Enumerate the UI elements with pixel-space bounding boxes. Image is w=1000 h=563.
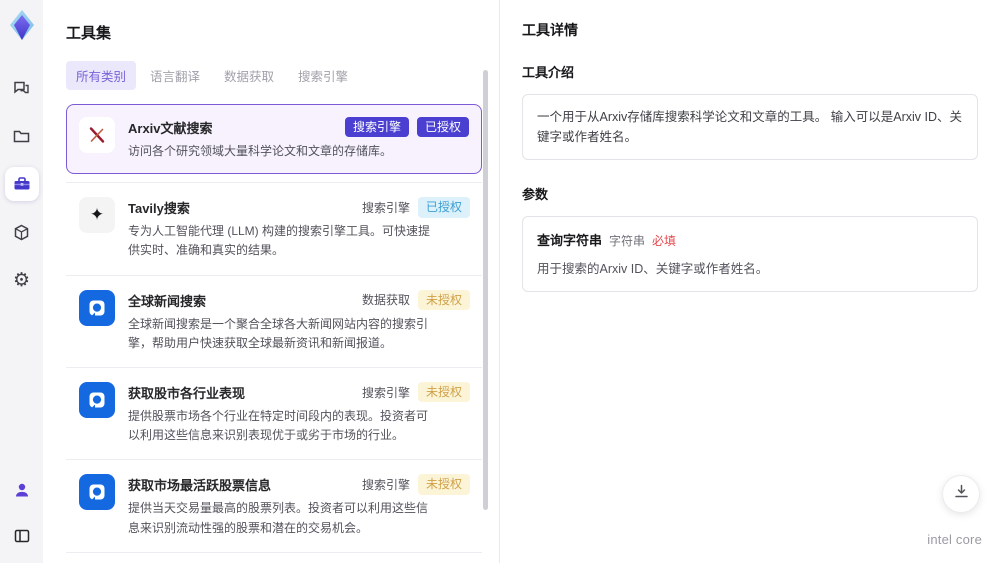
category-label: 搜索引擎	[361, 385, 410, 400]
tool-name: Tavily搜索	[128, 201, 190, 217]
intel-core-logo: intel core	[927, 532, 982, 547]
category-tabs: 所有类别 语言翻译 数据获取 搜索引擎	[66, 61, 473, 90]
auth-badge: 未授权	[417, 381, 470, 403]
tab-search-engine[interactable]: 搜索引擎	[288, 61, 358, 90]
tool-item-global-news[interactable]: 全球新闻搜索 数据获取 未授权 全球新闻搜索是一个聚合全球各大新闻网站内容的搜索…	[66, 276, 482, 368]
page-title: 工具集	[66, 25, 112, 42]
download-button[interactable]	[942, 475, 980, 513]
auth-badge: 未授权	[417, 289, 470, 310]
tool-name: 获取市场最活跃股票信息	[128, 478, 272, 494]
app-window: ⚙ 工具集 所有类别 语言翻译 数据获取 搜索引擎 Arxiv文献搜索 搜索引擎…	[0, 0, 1000, 563]
scrollbar-thumb[interactable]	[483, 70, 488, 510]
param-type: 字符串	[609, 234, 646, 248]
param-description: 用于搜索的Arxiv ID、关键字或作者姓名。	[537, 262, 769, 276]
tool-description: 专为人工智能代理 (LLM) 构建的搜索引擎工具。可快速提供实时、准确和真实的结…	[128, 224, 431, 258]
tab-all-categories[interactable]: 所有类别	[66, 61, 137, 90]
auth-badge: 已授权	[416, 117, 469, 138]
tab-translation[interactable]: 语言翻译	[140, 61, 210, 90]
sidebar-item-packages[interactable]	[5, 215, 39, 249]
tool-intro-text: 一个用于从Arxiv存储库搜索科学论文和文章的工具。 输入可以是Arxiv ID…	[522, 94, 978, 160]
sidebar-item-collapse-panel[interactable]	[5, 519, 39, 553]
cube-icon	[12, 223, 31, 242]
tool-name: 获取股市各行业表现	[128, 385, 246, 401]
param-name: 查询字符串	[537, 233, 603, 248]
tool-description: 提供当天交易量最高的股票列表。投资者可以利用这些信息来识别流动性强的股票和潜在的…	[128, 501, 429, 535]
chat-icon	[12, 79, 31, 98]
rail-nav: ⚙	[4, 71, 39, 297]
params-heading: 参数	[522, 187, 549, 202]
stock-tool-logo-icon	[79, 381, 115, 418]
auth-badge: 未授权	[417, 474, 470, 495]
folder-icon	[12, 127, 31, 146]
tool-details-panel: 工具详情 工具介绍 一个用于从Arxiv存储库搜索科学论文和文章的工具。 输入可…	[500, 0, 1000, 563]
tool-description: 提供股票市场各个行业在特定时间段内的表现。投资者可以利用这些信息来识别表现优于或…	[128, 408, 429, 443]
rail-bottom	[5, 473, 39, 553]
app-logo-icon	[7, 9, 37, 41]
auth-badge: 已授权	[417, 197, 470, 218]
panel-layout-icon	[13, 527, 31, 545]
tool-description: 访问各个研究领域大量科学论文和文章的存储库。	[128, 144, 393, 158]
category-label: 搜索引擎	[361, 478, 410, 492]
tool-description: 全球新闻搜索是一个聚合全球各大新闻网站内容的搜索引擎，帮助用户快速获取全球最新资…	[128, 316, 429, 350]
tavily-logo-icon: ✦	[79, 197, 115, 234]
news-search-logo-icon	[79, 289, 115, 326]
tool-name: Arxiv文献搜索	[128, 121, 213, 136]
user-icon	[13, 481, 31, 499]
tool-list: Arxiv文献搜索 搜索引擎 已授权 访问各个研究领域大量科学论文和文章的存储库…	[66, 104, 482, 563]
parameter-card: 查询字符串 字符串 必填 用于搜索的Arxiv ID、关键字或作者姓名。	[522, 216, 978, 292]
sidebar-item-settings[interactable]: ⚙	[5, 263, 39, 297]
param-required-flag: 必填	[652, 234, 677, 248]
sidebar-item-tools[interactable]	[4, 167, 39, 201]
tab-data-fetch[interactable]: 数据获取	[214, 61, 284, 90]
details-title: 工具详情	[522, 22, 578, 38]
download-icon	[953, 483, 970, 505]
stock-tool-logo-icon	[79, 474, 115, 511]
tool-item-tavily[interactable]: ✦ Tavily搜索 搜索引擎 已授权 专为人工智能代理 (LLM) 构建的搜索…	[66, 182, 482, 276]
category-label: 数据获取	[361, 293, 410, 308]
category-label: 搜索引擎	[361, 200, 410, 215]
toolbox-icon	[12, 174, 32, 194]
tool-item-arxiv[interactable]: Arxiv文献搜索 搜索引擎 已授权 访问各个研究领域大量科学论文和文章的存储库…	[66, 104, 482, 175]
sidebar-item-chat[interactable]	[5, 71, 39, 105]
sidebar-item-files[interactable]	[5, 119, 39, 153]
sidebar-item-account[interactable]	[5, 473, 39, 507]
tool-item-active-stocks[interactable]: 获取市场最活跃股票信息 搜索引擎 未授权 提供当天交易量最高的股票列表。投资者可…	[66, 460, 482, 553]
gear-icon: ⚙	[12, 268, 31, 291]
category-badge: 搜索引擎	[344, 117, 409, 138]
left-rail: ⚙	[0, 0, 43, 563]
tool-item-regional-news[interactable]: 万维地区新闻查询 搜索引擎 未授权 查询具体行政区划内的新闻，快速了解各地新闻动…	[66, 553, 482, 563]
tools-panel: 工具集 所有类别 语言翻译 数据获取 搜索引擎 Arxiv文献搜索 搜索引擎 已…	[43, 0, 500, 563]
tool-item-sector-performance[interactable]: 获取股市各行业表现 搜索引擎 未授权 提供股票市场各个行业在特定时间段内的表现。…	[66, 368, 482, 461]
intro-heading: 工具介绍	[522, 65, 575, 80]
tool-name: 全球新闻搜索	[128, 293, 207, 309]
arxiv-logo-icon	[79, 117, 115, 153]
